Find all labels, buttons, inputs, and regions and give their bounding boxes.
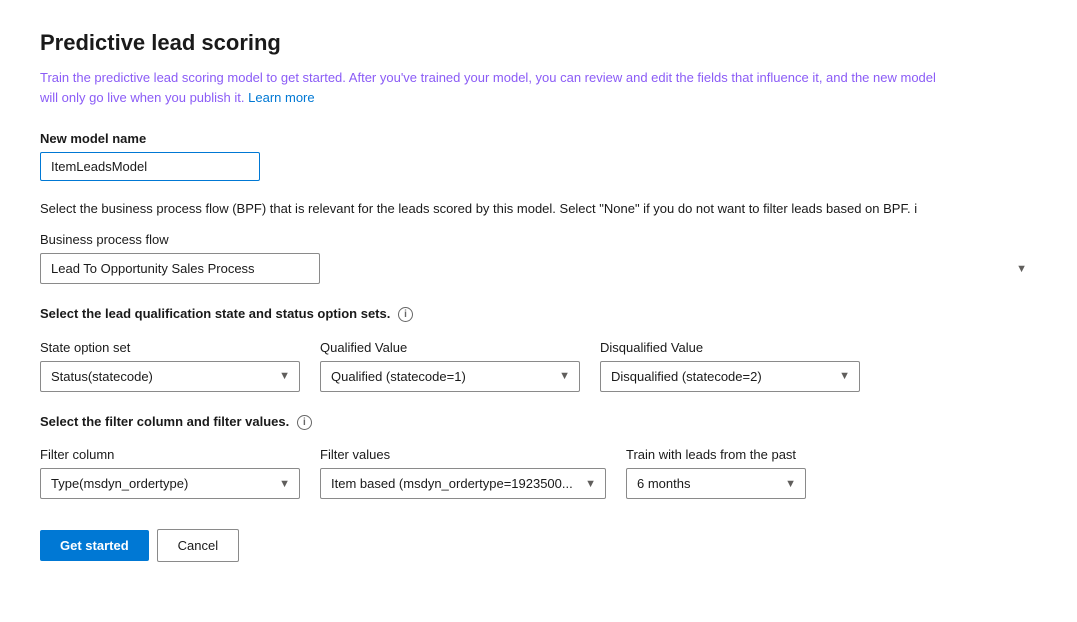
get-started-button[interactable]: Get started	[40, 530, 149, 561]
page-title: Predictive lead scoring	[40, 30, 1037, 56]
train-label: Train with leads from the past	[626, 447, 806, 462]
qualified-label: Qualified Value	[320, 340, 580, 355]
qualification-section: Select the lead qualification state and …	[40, 304, 1037, 392]
state-select-wrapper: Status(statecode) ▼	[40, 361, 300, 392]
filter-column-label: Filter column	[40, 447, 300, 462]
model-name-input[interactable]	[40, 152, 260, 181]
bpf-description-text: Select the business process flow (BPF) t…	[40, 201, 1000, 216]
filter-description: Select the filter column and filter valu…	[40, 412, 1000, 432]
state-field-group: State option set Status(statecode) ▼	[40, 340, 300, 392]
filter-values-label: Filter values	[320, 447, 606, 462]
qualification-info-icon: i	[398, 307, 413, 322]
qualified-select-wrapper: Qualified (statecode=1) ▼	[320, 361, 580, 392]
filter-info-icon: i	[297, 415, 312, 430]
bpf-chevron-icon: ▼	[1016, 263, 1027, 275]
description-text: Train the predictive lead scoring model …	[40, 70, 936, 105]
learn-more-link[interactable]: Learn more	[248, 90, 314, 105]
filter-fields-row: Filter column Type(msdyn_ordertype) ▼ Fi…	[40, 447, 1037, 499]
train-select-wrapper: 6 months 3 months 12 months ▼	[626, 468, 806, 499]
bpf-info-icon: i	[914, 201, 917, 216]
bpf-label: Business process flow	[40, 232, 1037, 247]
disqualified-field-group: Disqualified Value Disqualified (stateco…	[600, 340, 860, 392]
button-row: Get started Cancel	[40, 529, 1037, 562]
state-select[interactable]: Status(statecode)	[40, 361, 300, 392]
bpf-select[interactable]: Lead To Opportunity Sales Process	[40, 253, 320, 284]
state-label: State option set	[40, 340, 300, 355]
page-description: Train the predictive lead scoring model …	[40, 68, 940, 107]
filter-values-field-group: Filter values Item based (msdyn_ordertyp…	[320, 447, 606, 499]
disqualified-label: Disqualified Value	[600, 340, 860, 355]
filter-values-select[interactable]: Item based (msdyn_ordertype=1923500...	[320, 468, 606, 499]
qualified-select[interactable]: Qualified (statecode=1)	[320, 361, 580, 392]
bpf-description-section: Select the business process flow (BPF) t…	[40, 201, 1037, 284]
filter-column-field-group: Filter column Type(msdyn_ordertype) ▼	[40, 447, 300, 499]
bpf-field-group: Business process flow Lead To Opportunit…	[40, 232, 1037, 284]
filter-column-select-wrapper: Type(msdyn_ordertype) ▼	[40, 468, 300, 499]
train-field-group: Train with leads from the past 6 months …	[626, 447, 806, 499]
bpf-select-wrapper: Lead To Opportunity Sales Process ▼	[40, 253, 1037, 284]
disqualified-select[interactable]: Disqualified (statecode=2)	[600, 361, 860, 392]
disqualified-select-wrapper: Disqualified (statecode=2) ▼	[600, 361, 860, 392]
filter-values-select-wrapper: Item based (msdyn_ordertype=1923500... ▼	[320, 468, 606, 499]
qualification-description: Select the lead qualification state and …	[40, 304, 1000, 324]
model-name-section: New model name	[40, 131, 1037, 181]
qualification-fields-row: State option set Status(statecode) ▼ Qua…	[40, 340, 1037, 392]
cancel-button[interactable]: Cancel	[157, 529, 239, 562]
model-name-label: New model name	[40, 131, 1037, 146]
qualified-field-group: Qualified Value Qualified (statecode=1) …	[320, 340, 580, 392]
filter-column-select[interactable]: Type(msdyn_ordertype)	[40, 468, 300, 499]
filter-section: Select the filter column and filter valu…	[40, 412, 1037, 500]
train-select[interactable]: 6 months 3 months 12 months	[626, 468, 806, 499]
